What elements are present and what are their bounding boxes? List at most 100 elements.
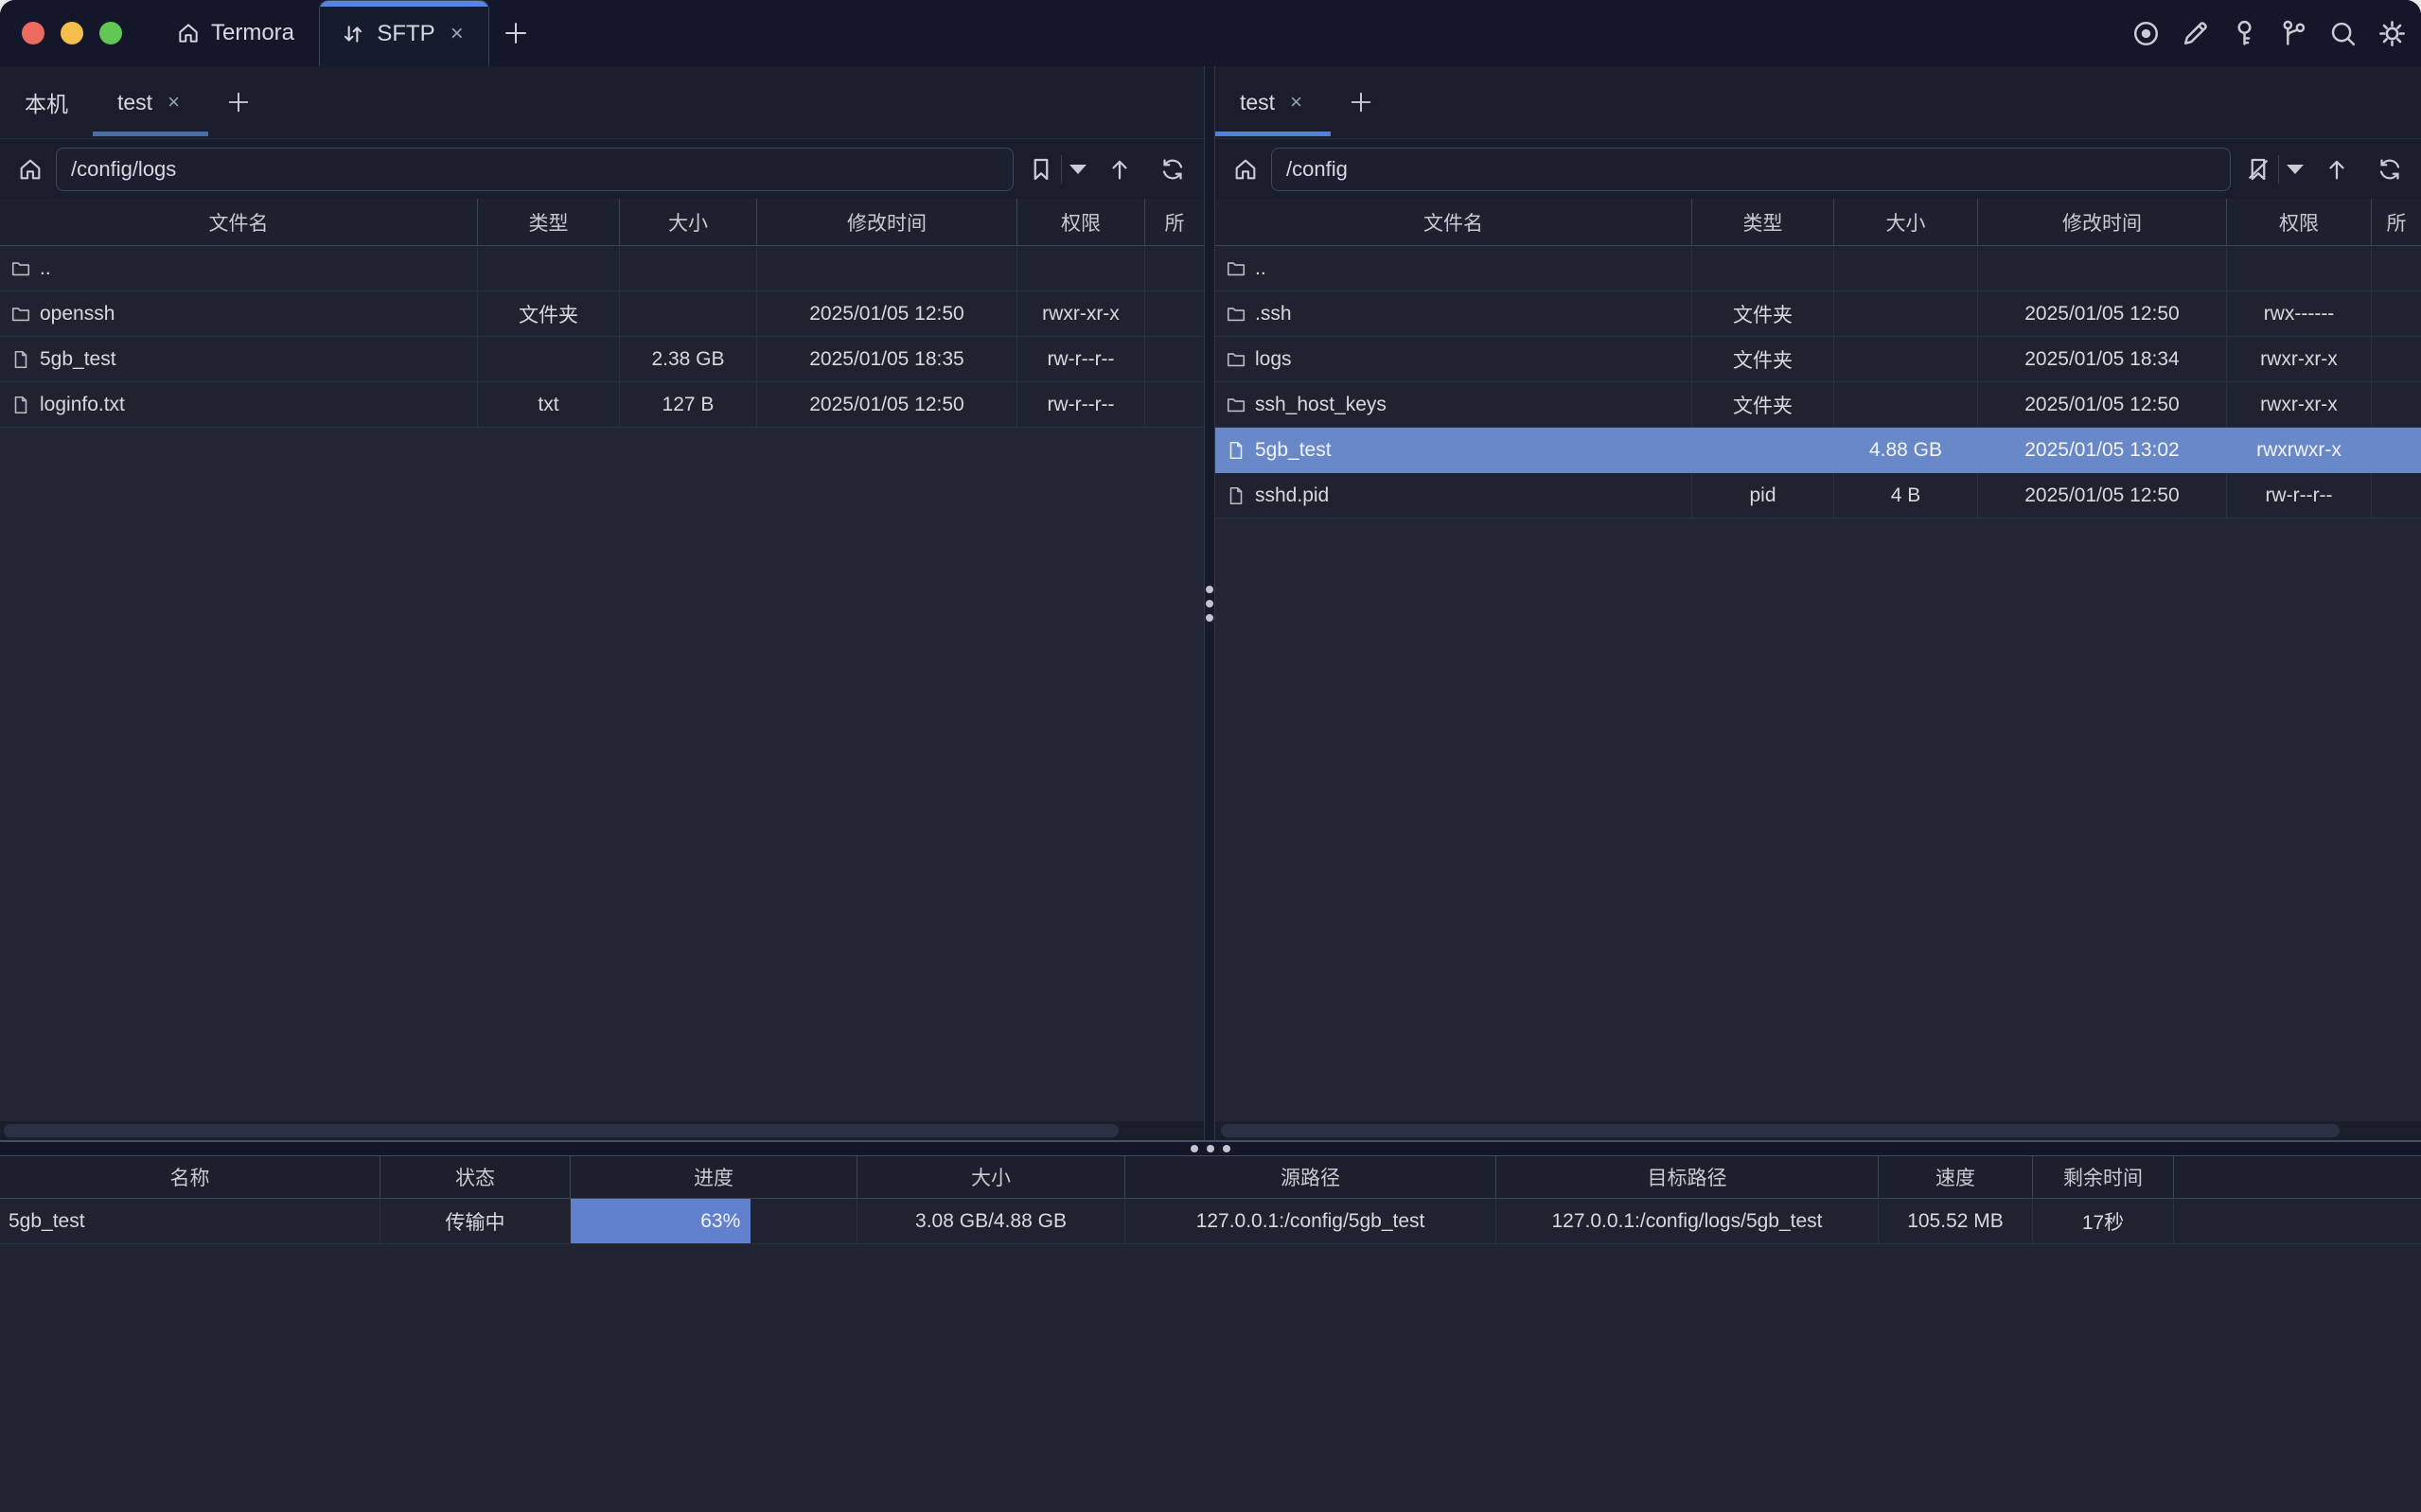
table-row[interactable]: .ssh 文件夹 2025/01/05 12:50 rwx------ — [1215, 291, 2421, 337]
up-directory-icon[interactable] — [1105, 155, 1134, 184]
column-header-type[interactable]: 类型 — [1692, 199, 1834, 245]
refresh-icon[interactable] — [2376, 155, 2404, 184]
new-tab-button[interactable] — [489, 0, 542, 66]
app-window: Termora SFTP × 本机 test × — [0, 0, 2421, 1512]
column-header-size[interactable]: 大小 — [620, 199, 757, 245]
column-header-size[interactable]: 大小 — [1834, 199, 1978, 245]
bookmark-dropdown-icon[interactable] — [2287, 165, 2304, 174]
search-icon[interactable] — [2327, 18, 2359, 49]
left-path-input[interactable] — [56, 148, 1014, 191]
close-window-button[interactable] — [22, 22, 44, 44]
plus-icon — [225, 89, 252, 115]
right-pane-toolbar — [1215, 139, 2421, 199]
table-row[interactable]: sshd.pid pid 4 B 2025/01/05 12:50 rw-r--… — [1215, 473, 2421, 519]
home-icon[interactable] — [1232, 156, 1259, 183]
zoom-window-button[interactable] — [99, 22, 122, 44]
column-header-status[interactable]: 状态 — [380, 1156, 571, 1198]
column-header-size[interactable]: 大小 — [857, 1156, 1125, 1198]
column-header-progress[interactable]: 进度 — [571, 1156, 857, 1198]
column-header-type[interactable]: 类型 — [478, 199, 620, 245]
minimize-window-button[interactable] — [61, 22, 83, 44]
table-row[interactable]: openssh 文件夹 2025/01/05 12:50 rwxr-xr-x — [0, 291, 1204, 337]
left-add-tab-button[interactable] — [225, 66, 252, 138]
file-icon — [10, 395, 31, 415]
right-tab-test[interactable]: test × — [1215, 66, 1331, 138]
record-icon[interactable] — [2130, 18, 2162, 49]
splitter-dot — [1191, 1145, 1198, 1152]
folder-icon — [1226, 349, 1246, 370]
right-horizontal-scrollbar[interactable] — [1215, 1121, 2421, 1140]
column-header-source[interactable]: 源路径 — [1125, 1156, 1496, 1198]
transfers-splitter-horizontal[interactable] — [0, 1140, 2421, 1156]
column-header-perm[interactable]: 权限 — [2227, 199, 2372, 245]
bookmark-off-icon[interactable] — [2244, 155, 2272, 184]
column-header-modified[interactable]: 修改时间 — [757, 199, 1017, 245]
right-pane-tabs: test × — [1215, 66, 2421, 139]
table-row-selected[interactable]: 5gb_test 4.88 GB 2025/01/05 13:02 rwxrwx… — [1215, 428, 2421, 473]
left-horizontal-scrollbar[interactable] — [0, 1121, 1204, 1140]
right-add-tab-button[interactable] — [1348, 66, 1374, 138]
bookmark-icon[interactable] — [1027, 155, 1055, 184]
bookmark-dropdown-icon[interactable] — [1069, 165, 1087, 174]
traffic-lights — [0, 0, 142, 66]
file-icon — [1226, 485, 1246, 506]
table-row[interactable]: .. — [1215, 246, 2421, 291]
right-tab-test-close-icon[interactable]: × — [1286, 90, 1306, 114]
key-icon[interactable] — [2229, 18, 2260, 49]
edit-icon[interactable] — [2180, 18, 2211, 49]
splitter-dot — [1223, 1145, 1230, 1152]
left-tab-test[interactable]: test × — [93, 66, 208, 138]
column-header-name[interactable]: 文件名 — [1215, 199, 1692, 245]
column-header-owner[interactable]: 所 — [2372, 199, 2421, 245]
refresh-icon[interactable] — [1158, 155, 1187, 184]
column-header-owner[interactable]: 所 — [1145, 199, 1204, 245]
left-tab-local-label: 本机 — [25, 86, 68, 118]
pane-splitter-vertical[interactable] — [1204, 66, 1215, 1140]
splitter-dot — [1206, 600, 1213, 607]
column-header-perm[interactable]: 权限 — [1017, 199, 1145, 245]
tab-termora-label: Termora — [211, 20, 294, 46]
table-row[interactable]: .. — [0, 246, 1204, 291]
folder-icon — [1226, 395, 1246, 415]
column-header-name[interactable]: 名称 — [0, 1156, 380, 1198]
file-icon — [1226, 440, 1246, 461]
home-icon[interactable] — [17, 156, 44, 183]
transfer-filler — [2174, 1199, 2421, 1243]
column-header-name[interactable]: 文件名 — [0, 199, 478, 245]
column-header-remaining[interactable]: 剩余时间 — [2033, 1156, 2174, 1198]
plus-icon — [502, 19, 530, 47]
table-row[interactable]: loginfo.txt txt 127 B 2025/01/05 12:50 r… — [0, 382, 1204, 428]
left-tab-local[interactable]: 本机 — [0, 66, 93, 138]
titlebar-actions — [2130, 0, 2421, 66]
up-directory-icon[interactable] — [2323, 155, 2351, 184]
left-toolbar-icons — [1027, 155, 1187, 184]
column-header-speed[interactable]: 速度 — [1879, 1156, 2033, 1198]
table-row[interactable]: 5gb_test 2.38 GB 2025/01/05 18:35 rw-r--… — [0, 337, 1204, 382]
transfer-progress-cell: 63% — [571, 1199, 857, 1243]
column-header-target[interactable]: 目标路径 — [1496, 1156, 1879, 1198]
tab-termora[interactable]: Termora — [151, 0, 319, 66]
table-row[interactable]: ssh_host_keys 文件夹 2025/01/05 12:50 rwxr-… — [1215, 382, 2421, 428]
toolbar-separator — [2278, 155, 2279, 184]
plus-icon — [1348, 89, 1374, 115]
right-path-input[interactable] — [1271, 148, 2231, 191]
table-row[interactable]: logs 文件夹 2025/01/05 18:34 rwxr-xr-x — [1215, 337, 2421, 382]
branch-icon[interactable] — [2278, 18, 2309, 49]
gear-icon[interactable] — [2377, 18, 2408, 49]
left-tab-test-close-icon[interactable]: × — [164, 90, 184, 114]
splitter-dot — [1207, 1145, 1214, 1152]
splitter-dot — [1206, 586, 1213, 593]
column-header-filler — [2174, 1156, 2421, 1198]
scrollbar-thumb[interactable] — [4, 1124, 1119, 1137]
transfer-row[interactable]: 5gb_test 传输中 63% 3.08 GB/4.88 GB 127.0.0… — [0, 1199, 2421, 1244]
tab-sftp-close-icon[interactable]: × — [447, 21, 468, 47]
scrollbar-thumb[interactable] — [1221, 1124, 2340, 1137]
right-file-list: .. .ssh 文件夹 2025/01/05 12:50 rwx------ l… — [1215, 246, 2421, 1121]
right-toolbar-icons — [2244, 155, 2404, 184]
folder-icon — [10, 304, 31, 325]
tab-sftp[interactable]: SFTP × — [319, 0, 489, 66]
folder-icon — [1226, 258, 1246, 279]
column-header-modified[interactable]: 修改时间 — [1978, 199, 2227, 245]
toolbar-separator — [1061, 155, 1062, 184]
folder-icon — [1226, 304, 1246, 325]
